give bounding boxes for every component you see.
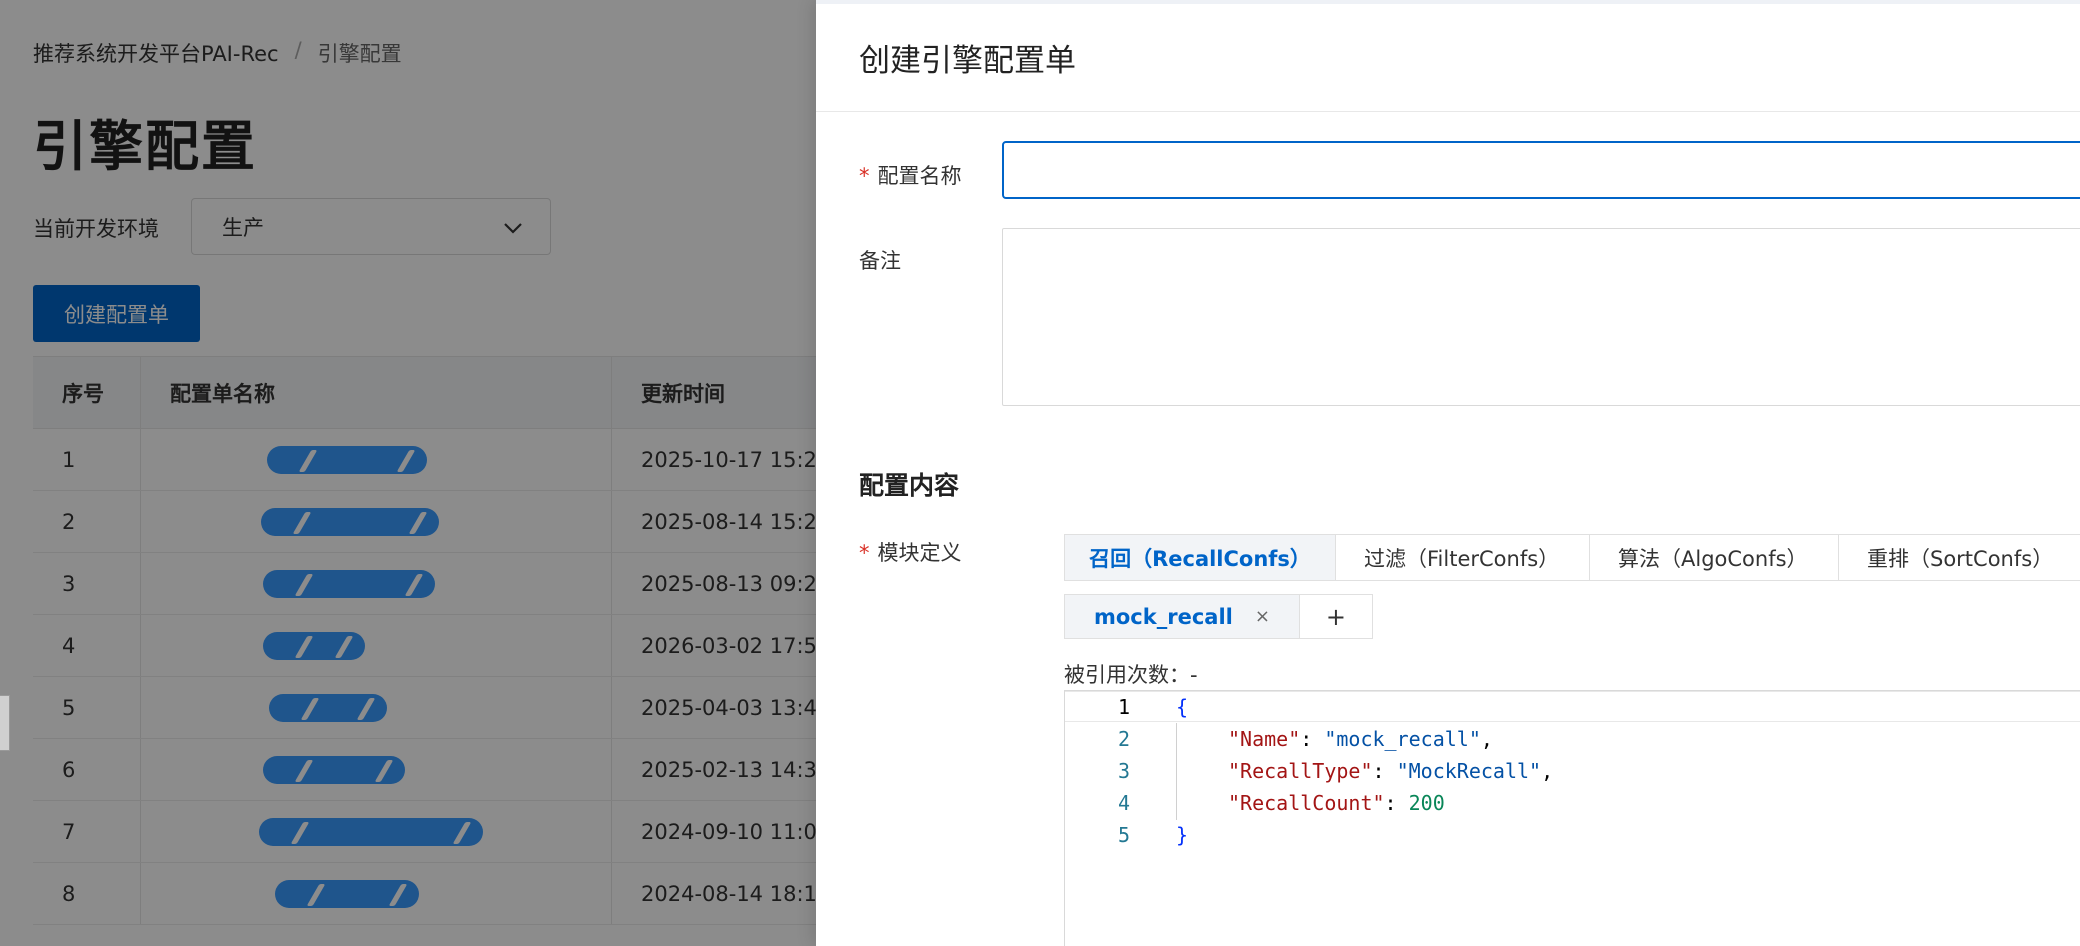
line-number: 3 — [1117, 759, 1130, 783]
subtab-label: mock_recall — [1094, 604, 1233, 629]
current-line-highlight — [1065, 691, 2080, 722]
code-text: { — [1176, 695, 1189, 719]
code-line: 2 "Name": "mock_recall", — [1065, 723, 1493, 755]
module-label-text: 模块定义 — [877, 541, 962, 565]
reference-count: 被引用次数：- — [1064, 663, 1198, 687]
side-collapse-handle[interactable] — [0, 695, 10, 751]
drawer-title: 创建引擎配置单 — [816, 4, 2080, 112]
config-name-label: * 配置名称 — [859, 160, 962, 190]
tab-algo-confs[interactable]: 算法（AlgoConfs） — [1590, 535, 1839, 580]
line-number: 5 — [1117, 823, 1130, 847]
tab-recall-confs[interactable]: 召回（RecallConfs） — [1065, 535, 1336, 580]
line-number: 2 — [1117, 727, 1130, 751]
remark-label: 备注 — [859, 249, 901, 273]
config-content-title: 配置内容 — [859, 471, 960, 500]
required-mark: * — [859, 164, 870, 188]
required-mark: * — [859, 541, 870, 565]
indent-guide — [1176, 723, 1177, 820]
code-text: "RecallType": "MockRecall", — [1228, 759, 1554, 783]
code-line: 1 { — [1065, 691, 1188, 723]
modal-mask[interactable] — [0, 0, 816, 946]
module-label: * 模块定义 — [859, 537, 962, 567]
code-line: 5 } — [1065, 819, 1188, 851]
close-icon[interactable]: × — [1255, 606, 1270, 627]
tab-sort-confs[interactable]: 重排（SortConfs） — [1839, 535, 2080, 580]
create-config-drawer: 创建引擎配置单 * 配置名称 备注 配置内容 * 模块定义 召回（RecallCon… — [816, 0, 2080, 946]
module-tabs: 召回（RecallConfs） 过滤（FilterConfs） 算法（AlgoC… — [1064, 534, 2080, 581]
code-editor[interactable]: 1 { 2 "Name": "mock_recall", 3 "RecallTy… — [1064, 690, 2080, 946]
line-number: 4 — [1117, 791, 1130, 815]
recall-subtabs: mock_recall × + — [1064, 594, 1373, 639]
code-text: "RecallCount": 200 — [1228, 791, 1445, 815]
code-line: 4 "RecallCount": 200 — [1065, 787, 1445, 819]
code-text: } — [1176, 823, 1189, 847]
subtab-mock-recall[interactable]: mock_recall × — [1065, 595, 1300, 638]
config-name-input[interactable] — [1002, 141, 2080, 199]
code-text: "Name": "mock_recall", — [1228, 727, 1493, 751]
code-line: 3 "RecallType": "MockRecall", — [1065, 755, 1553, 787]
add-subtab-button[interactable]: + — [1299, 595, 1372, 638]
config-name-label-text: 配置名称 — [877, 164, 962, 188]
tab-filter-confs[interactable]: 过滤（FilterConfs） — [1336, 535, 1590, 580]
line-number: 1 — [1117, 695, 1130, 719]
remark-textarea[interactable] — [1002, 228, 2080, 406]
